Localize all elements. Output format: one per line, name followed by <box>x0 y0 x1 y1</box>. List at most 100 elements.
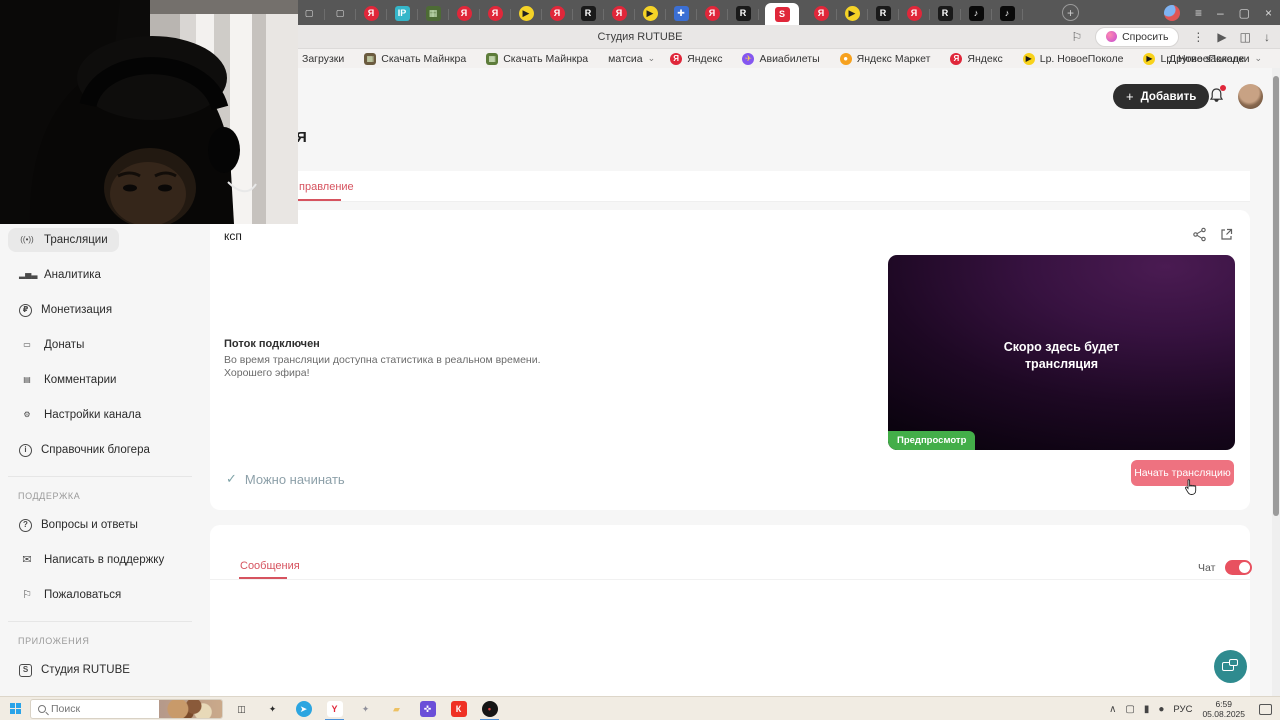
more-menu-icon[interactable]: ⋮ <box>1192 30 1204 44</box>
maximize-button[interactable]: ▢ <box>1239 7 1250 19</box>
add-button[interactable]: + Добавить <box>1113 84 1210 109</box>
bookmark-minecraft[interactable]: ▦ Скачать Майнкра <box>364 52 471 65</box>
tab-favicon-doc[interactable]: ▢ <box>331 5 356 23</box>
info-icon: i <box>19 443 32 457</box>
webcam-scene <box>0 0 298 224</box>
sidebar-item-faq[interactable]: ? Вопросы и ответы <box>8 513 149 537</box>
sidebar-item-monetization[interactable]: ₽ Монетизация <box>8 298 123 322</box>
downloads-icon[interactable]: ↓ <box>1264 30 1270 44</box>
user-avatar[interactable] <box>1238 84 1263 109</box>
game-icon[interactable]: ✜ <box>418 700 437 719</box>
sidebar-item-channel-settings[interactable]: ⚙ Настройки канала <box>8 403 152 427</box>
search-input[interactable] <box>51 703 141 715</box>
tab-favicon-rutube[interactable]: R <box>734 5 759 23</box>
tab-favicon-video[interactable]: ▶ <box>517 5 542 23</box>
toggle-knob <box>1239 562 1250 573</box>
sidebar-item-write-support[interactable]: ✉ Написать в поддержку <box>8 548 175 572</box>
ask-button[interactable]: Спросить <box>1095 26 1180 47</box>
wallet-icon: ▭ <box>23 340 31 349</box>
other-bookmarks-button[interactable]: Другие закладки ⌄ <box>1169 53 1262 65</box>
start-button[interactable] <box>10 703 22 715</box>
display-icon[interactable]: ▢ <box>1125 704 1134 715</box>
sidebar-item-donations[interactable]: ▭ Донаты <box>8 333 95 357</box>
sidebar-item-blogger-guide[interactable]: i Справочник блогера <box>8 438 161 462</box>
sidebar-item-report[interactable]: ⚐ Пожаловаться <box>8 583 132 607</box>
tab-favicon-yandex[interactable]: Я <box>486 5 511 23</box>
tab-favicon-rutube[interactable]: R <box>579 5 604 23</box>
bookmark-yandex[interactable]: Я Яндекс <box>950 52 1007 65</box>
tab-favicon-yandex[interactable]: Я <box>362 5 387 23</box>
check-icon: ✓ <box>226 471 237 486</box>
browser-profile-icon[interactable] <box>1163 4 1180 21</box>
tab-favicon-rutube[interactable]: R <box>936 5 961 23</box>
bookmark-icon[interactable]: ⚐ <box>1071 30 1082 44</box>
bookmark-minecraft[interactable]: ▦ Скачать Майнкра <box>486 52 593 65</box>
tab-favicon-video[interactable]: ▶ <box>641 5 666 23</box>
chat-toggle[interactable] <box>1225 560 1252 575</box>
tab-favicon-yandex[interactable]: Я <box>548 5 573 23</box>
clock[interactable]: 6:59 05.08.2025 <box>1202 699 1245 719</box>
open-external-icon[interactable] <box>1219 227 1235 243</box>
notification-dot <box>1220 85 1226 91</box>
tab-favicon-video[interactable]: ▶ <box>843 5 868 23</box>
search-widget-thumbnail[interactable] <box>159 700 222 718</box>
tab-favicon-yandex[interactable]: Я <box>455 5 480 23</box>
tab-favicon-ip[interactable]: IP <box>393 5 418 23</box>
webcam-overlay <box>0 0 298 224</box>
tab-favicon-doc[interactable]: ▢ <box>300 5 325 23</box>
tab-active-studio-rutube[interactable]: S <box>765 3 799 25</box>
bookmark-aviabilety[interactable]: ✈ Авиабилеты <box>742 52 824 65</box>
tab-favicon-yandex[interactable]: Я <box>703 5 728 23</box>
bird-icon[interactable]: ✦ <box>263 700 282 719</box>
tab-favicon-tiktok[interactable]: ♪ <box>967 5 992 23</box>
tab-favicon-tiktok[interactable]: ♪ <box>998 5 1023 23</box>
browser-menu-icon[interactable]: ≡ <box>1195 7 1202 19</box>
gestures-icon[interactable]: ◫ <box>1240 30 1251 44</box>
tab-favicon-rutube[interactable]: R <box>874 5 899 23</box>
chevron-up-icon[interactable]: ∧ <box>1109 704 1116 715</box>
tab-messages[interactable]: Сообщения <box>240 560 300 572</box>
play-panel-icon[interactable]: ▶ <box>1217 30 1226 44</box>
support-chat-button[interactable] <box>1214 650 1247 683</box>
tab-favicon-yandex[interactable]: Я <box>905 5 930 23</box>
mic-icon[interactable]: ▮ <box>1144 704 1150 715</box>
yandex-browser-icon[interactable]: Y <box>325 700 344 720</box>
bookmark-downloads[interactable]: Загрузки <box>302 53 349 65</box>
bookmark-folder-matsia[interactable]: матсиа ⌄ <box>608 53 655 65</box>
sidebar-item-analytics[interactable]: ▂▅▃ Аналитика <box>8 263 112 287</box>
music-icon[interactable]: • <box>480 700 499 720</box>
window-controls: – ▢ × <box>1217 7 1272 19</box>
language-indicator[interactable]: РУС <box>1173 704 1192 715</box>
tab-management[interactable]: правление <box>299 181 354 193</box>
share-icon[interactable] <box>1192 227 1208 243</box>
plus-icon: + <box>1126 89 1134 104</box>
sidebar-item-studio-rutube[interactable]: S Студия RUTUBE <box>8 658 141 682</box>
stream-card: ксп Скоро здесь будет трансляция Предпро… <box>210 210 1250 510</box>
taskview-icon[interactable]: ◫ <box>232 700 251 719</box>
telegram-icon[interactable]: ➤ <box>294 700 313 719</box>
new-tab-button[interactable]: + <box>1062 4 1079 21</box>
scrollbar-thumb[interactable] <box>1273 76 1279 516</box>
browser-ball-icon[interactable]: ● <box>1158 704 1164 715</box>
notification-center-icon[interactable] <box>1259 703 1272 715</box>
tab-favicon-shield[interactable]: ✚ <box>672 5 697 23</box>
close-button[interactable]: × <box>1265 7 1272 19</box>
bookmark-yandex[interactable]: Я Яндекс <box>670 52 727 65</box>
stream-preview: Скоро здесь будет трансляция Предпросмот… <box>888 255 1235 450</box>
star-icon[interactable]: ✦ <box>356 700 375 719</box>
bookmark-yandex-market[interactable]: ● Яндекс Маркет <box>839 52 936 65</box>
notifications-bell-icon[interactable] <box>1208 85 1226 104</box>
date: 05.08.2025 <box>1202 709 1245 719</box>
sidebar-item-comments[interactable]: ▤ Комментарии <box>8 368 127 392</box>
tab-favicon-yandex[interactable]: Я <box>812 5 837 23</box>
tab-favicon-image[interactable]: ▦ <box>424 5 449 23</box>
folder-icon[interactable]: ▰ <box>387 700 406 719</box>
kinopoisk-icon[interactable]: К <box>449 700 468 719</box>
bookmark-lp-novoepokolenie[interactable]: ▶ Lp. НовоеПоколе <box>1022 52 1129 65</box>
page-scrollbar[interactable] <box>1272 68 1280 696</box>
messages-card: Сообщения Чат <box>210 525 1252 720</box>
tab-favicon-yandex[interactable]: Я <box>610 5 635 23</box>
minimize-button[interactable]: – <box>1217 7 1224 19</box>
taskbar-search[interactable] <box>30 699 223 719</box>
sidebar-item-broadcasts[interactable]: ((•)) Трансляции <box>8 228 119 252</box>
